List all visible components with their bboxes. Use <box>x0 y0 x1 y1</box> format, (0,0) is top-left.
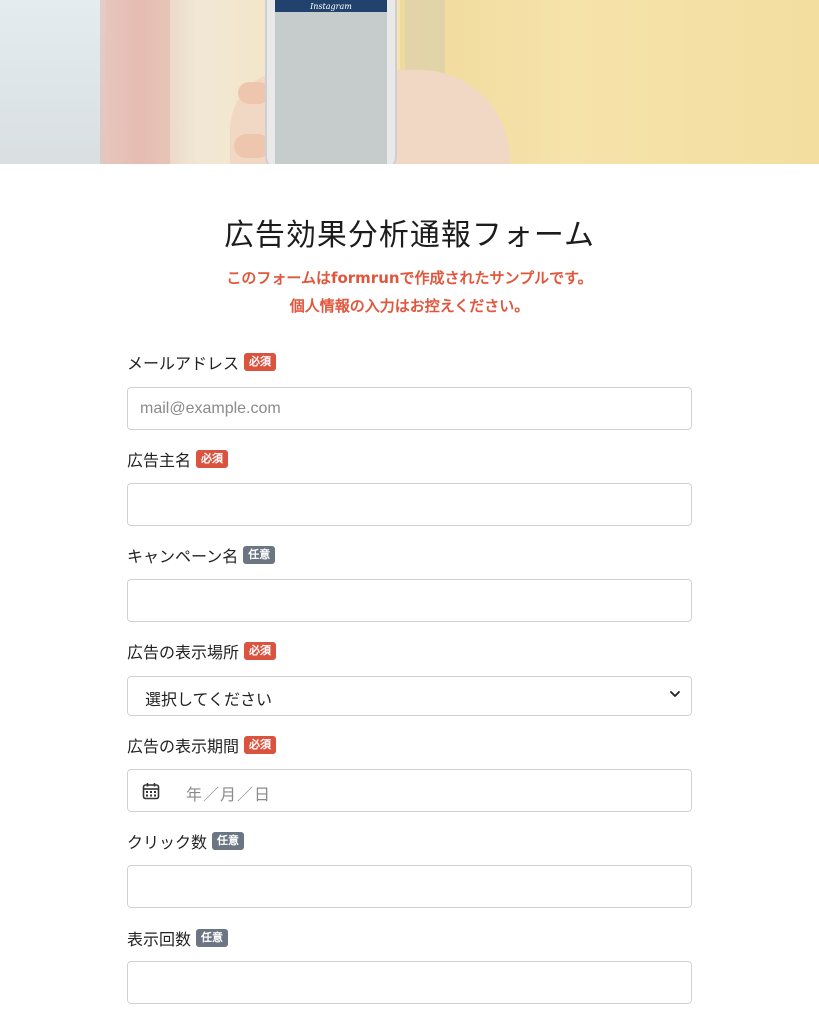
period-label-row: 広告の表示期間 必須 <box>127 733 692 757</box>
period-field-group: 広告の表示期間 必須 年／月／日 <box>127 733 692 812</box>
period-label: 広告の表示期間 <box>127 737 240 756</box>
placement-select[interactable]: 選択してください <box>127 676 692 716</box>
required-badge: 必須 <box>244 353 277 371</box>
clicks-input[interactable] <box>127 865 692 908</box>
email-field-group: メールアドレス 必須 <box>127 350 692 430</box>
campaign-field-group: キャンペーン名 任意 <box>127 543 692 622</box>
notice-line-1: このフォームはformrunで作成されたサンプルです。 <box>226 269 593 287</box>
email-label-row: メールアドレス 必須 <box>127 350 692 374</box>
impressions-label-row: 表示回数 任意 <box>127 926 692 950</box>
campaign-label: キャンペーン名 <box>127 547 239 566</box>
clicks-label-row: クリック数 任意 <box>127 829 692 853</box>
hero-bg-left <box>0 0 105 164</box>
required-badge: 必須 <box>244 736 277 754</box>
sample-notice: このフォームはformrunで作成されたサンプルです。 個人情報の入力はお控えく… <box>0 264 819 320</box>
campaign-label-row: キャンペーン名 任意 <box>127 543 692 567</box>
clicks-field-group: クリック数 任意 <box>127 829 692 908</box>
period-date-placeholder: 年／月／日 <box>186 787 272 804</box>
hero-phone-app-bar: Instagram <box>275 0 387 12</box>
hero-bg-building <box>100 0 170 164</box>
impressions-field-group: 表示回数 任意 <box>127 926 692 1004</box>
placement-field-group: 広告の表示場所 必須 選択してください <box>127 639 692 716</box>
advertiser-label-row: 広告主名 必須 <box>127 447 692 471</box>
page-title: 広告効果分析通報フォーム <box>223 218 596 253</box>
advertiser-input[interactable] <box>127 483 692 526</box>
required-badge: 必須 <box>196 450 229 468</box>
optional-badge: 任意 <box>212 832 245 850</box>
required-badge: 必須 <box>244 642 277 660</box>
advertiser-field-group: 広告主名 必須 <box>127 447 692 526</box>
impressions-input[interactable] <box>127 961 692 1004</box>
hero-phone-screen: Instagram <box>275 0 387 164</box>
email-input[interactable] <box>127 387 692 430</box>
placement-label: 広告の表示場所 <box>127 643 240 662</box>
period-date-input[interactable]: 年／月／日 <box>127 769 692 812</box>
clicks-label: クリック数 <box>127 833 208 852</box>
campaign-input[interactable] <box>127 579 692 622</box>
calendar-icon <box>142 783 160 800</box>
hero-phone: Instagram <box>265 0 397 164</box>
optional-badge: 任意 <box>196 929 229 947</box>
email-label: メールアドレス <box>127 354 240 373</box>
optional-badge: 任意 <box>243 546 276 564</box>
chevron-down-icon <box>670 691 680 697</box>
impressions-label: 表示回数 <box>127 930 192 949</box>
placement-select-value: 選択してください <box>145 690 273 709</box>
hero-image: Instagram <box>0 0 819 164</box>
notice-line-2: 個人情報の入力はお控えください。 <box>289 297 530 315</box>
advertiser-label: 広告主名 <box>127 451 192 470</box>
placement-label-row: 広告の表示場所 必須 <box>127 639 692 663</box>
